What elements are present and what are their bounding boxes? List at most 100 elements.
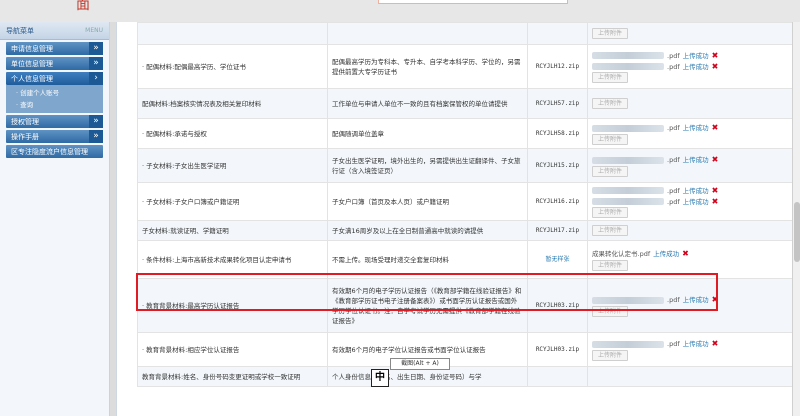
vertical-scrollbar[interactable] bbox=[792, 22, 800, 416]
table-row: 配偶材料:档案核实情况表及相关复印材料 工作单位与申请人单位不一致的且有档案保管权… bbox=[137, 88, 792, 119]
top-banner: 面 bbox=[0, 0, 800, 22]
upload-attachment-button[interactable]: 上传附件 bbox=[592, 349, 629, 361]
attachment-file: .pdf 上传成功 ✖ bbox=[592, 61, 792, 72]
file-name[interactable]: .pdf bbox=[667, 197, 680, 207]
upload-attachment-button[interactable]: 上传附件 bbox=[592, 259, 629, 271]
attachment-file: .pdf 上传成功 ✖ bbox=[592, 196, 792, 207]
file-name[interactable]: .pdf bbox=[667, 339, 680, 349]
no-sample-text: 暂无样张 bbox=[527, 240, 588, 279]
upload-success-text: 上传成功 bbox=[682, 296, 709, 304]
sidebar-item-label: 单位信息管理 bbox=[11, 59, 53, 68]
upload-attachment-button[interactable]: 上传附件 bbox=[592, 98, 629, 109]
attachment-cell: .pdf 上传成功 ✖ 上传附件 bbox=[587, 332, 792, 367]
file-name[interactable]: .pdf bbox=[667, 62, 680, 72]
sidebar-item-label: 申请信息管理 bbox=[11, 44, 53, 53]
sample-download-link[interactable] bbox=[527, 22, 588, 45]
attachment-file: .pdf 上传成功 ✖ bbox=[592, 123, 792, 134]
delete-icon[interactable]: ✖ bbox=[712, 197, 719, 206]
file-name[interactable]: .pdf bbox=[667, 186, 680, 196]
sidebar-subitem-query[interactable]: · 查询 bbox=[6, 99, 103, 111]
scrollbar-thumb[interactable] bbox=[794, 202, 800, 262]
redacted-filename bbox=[592, 340, 664, 348]
attachment-file: .pdf 上传成功 ✖ bbox=[592, 155, 792, 166]
sidebar-item-application-info[interactable]: 申请信息管理 » bbox=[6, 42, 103, 55]
delete-icon[interactable]: ✖ bbox=[712, 340, 719, 348]
sidebar-item-personal-info[interactable]: 个人信息管理 › bbox=[6, 72, 103, 85]
sample-download-link[interactable]: RCYJLH03.zip bbox=[527, 332, 588, 367]
sample-download-link[interactable]: RCYJLH16.zip bbox=[527, 182, 588, 221]
file-name[interactable]: .pdf bbox=[667, 51, 680, 61]
file-name[interactable]: .pdf bbox=[667, 123, 680, 133]
attachment-file: .pdf 上传成功 ✖ bbox=[592, 50, 792, 61]
table-row: · 子女材料:子女户口簿或户籍证明 子女户口簿（首页及本人页）或户籍证明 RCYJL… bbox=[137, 182, 792, 221]
sidebar-item-district-info[interactable]: 区专注隐度流户信息管理 bbox=[6, 145, 103, 158]
sidebar-item-label: 授权管理 bbox=[11, 117, 39, 126]
delete-icon[interactable]: ✖ bbox=[712, 186, 719, 195]
upload-attachment-button[interactable]: 上传附件 bbox=[592, 305, 629, 317]
upload-attachment-button[interactable]: 上传附件 bbox=[592, 225, 629, 236]
upload-success-text: 上传成功 bbox=[682, 51, 709, 60]
ime-indicator[interactable]: 中 bbox=[371, 369, 389, 387]
upload-attachment-button[interactable]: 上传附件 bbox=[592, 28, 629, 39]
material-description: 有效期6个月的电子学历认证报告（《教育部学籍在线验证报告》和《教育部学历证书电子… bbox=[327, 278, 528, 333]
table-row: · 配偶材料:配偶最高学历、学位证书 配偶最高学历为专科本、专升本、自学考本科学历… bbox=[137, 44, 792, 89]
attachment-file: .pdf 上传成功 ✖ bbox=[592, 185, 792, 196]
sample-download-link[interactable] bbox=[527, 366, 588, 387]
table-row: 子女材料:就读证明、学籍证明 子女满16周岁及以上在全日制普通高中就读的请提供 RC… bbox=[137, 220, 792, 241]
main-content: 上传附件 · 配偶材料:配偶最高学历、学位证书 配偶最高学历为专科本、专升本、自学考… bbox=[116, 22, 792, 416]
attachment-file: 成果转化认定书.pdf 上传成功 ✖ bbox=[592, 249, 792, 260]
sidebar-item-label: 区专注隐度流户信息管理 bbox=[11, 147, 88, 156]
sidebar-menu-word: MENU bbox=[85, 27, 103, 34]
attachment-file: .pdf 上传成功 ✖ bbox=[592, 339, 792, 350]
chevron-right-icon: › bbox=[89, 72, 103, 85]
attachment-cell: 成果转化认定书.pdf 上传成功 ✖ 上传附件 bbox=[587, 240, 792, 279]
sample-download-link[interactable]: RCYJLH15.zip bbox=[527, 148, 588, 183]
upload-attachment-button[interactable]: 上传附件 bbox=[592, 72, 629, 83]
sidebar-header: 导航菜单 MENU bbox=[0, 22, 109, 40]
table-row: · 子女材料:子女出生医学证明 子女出生医学证明，境外出生的，另需提供出生证翻译件… bbox=[137, 148, 792, 183]
sidebar-submenu: · 创建个人账号 · 查询 bbox=[6, 85, 103, 113]
material-name: · 条件材料:上海市高新技术成果转化项目认定申请书 bbox=[137, 240, 328, 279]
sidebar-item-authorization[interactable]: 授权管理 » bbox=[6, 115, 103, 128]
table-row: 教育背景材料:姓名、身份号码变更证明或学校一致证明 个人身份信息（姓名、出生日期、… bbox=[137, 366, 792, 387]
file-name[interactable]: 成果转化认定书.pdf bbox=[592, 249, 650, 259]
table-row: · 教育背景材料:最高学历认证报告 有效期6个月的电子学历认证报告（《教育部学籍在… bbox=[137, 278, 792, 333]
upload-attachment-button[interactable]: 上传附件 bbox=[592, 133, 629, 145]
sidebar-title: 导航菜单 bbox=[6, 26, 34, 35]
upload-attachment-button[interactable]: 上传附件 bbox=[592, 165, 629, 177]
delete-icon[interactable]: ✖ bbox=[712, 296, 719, 304]
chevron-double-right-icon: » bbox=[89, 57, 103, 70]
delete-icon[interactable]: ✖ bbox=[712, 124, 719, 132]
delete-icon[interactable]: ✖ bbox=[712, 156, 719, 164]
material-description: 不需上传。现场受理时递交全套复印材料 bbox=[327, 240, 528, 279]
sidebar: 导航菜单 MENU 申请信息管理 » 单位信息管理 » 个人信息管理 › · 创… bbox=[0, 22, 110, 416]
file-name[interactable]: .pdf bbox=[667, 155, 680, 165]
delete-icon[interactable]: ✖ bbox=[712, 62, 719, 71]
sample-download-link[interactable]: RCYJLH17.zip bbox=[527, 220, 588, 241]
material-name: 配偶材料:档案核实情况表及相关复印材料 bbox=[137, 88, 328, 119]
attachment-cell: .pdf 上传成功 ✖ .pdf 上传成功 ✖ 上传附件 bbox=[587, 44, 792, 89]
material-name: · 子女材料:子女户口簿或户籍证明 bbox=[137, 182, 328, 221]
delete-icon[interactable]: ✖ bbox=[682, 250, 689, 258]
sidebar-item-manual[interactable]: 操作手册 » bbox=[6, 130, 103, 143]
sidebar-subitem-create-account[interactable]: · 创建个人账号 bbox=[6, 87, 103, 99]
sample-download-link[interactable]: RCYJLH12.zip bbox=[527, 44, 588, 89]
attachment-cell: 上传附件 bbox=[587, 22, 792, 45]
redacted-filename bbox=[592, 187, 664, 194]
delete-icon[interactable]: ✖ bbox=[712, 51, 719, 60]
sample-download-link[interactable]: RCYJLH03.zip bbox=[527, 278, 588, 333]
material-description: 配偶随调单位盖章 bbox=[327, 118, 528, 149]
upload-attachment-button[interactable]: 上传附件 bbox=[592, 207, 629, 218]
sample-download-link[interactable]: RCYJLH58.zip bbox=[527, 118, 588, 149]
sidebar-item-unit-info[interactable]: 单位信息管理 » bbox=[6, 57, 103, 70]
material-description: 子女满16周岁及以上在全日制普通高中就读的请提供 bbox=[327, 220, 528, 241]
chevron-double-right-icon: » bbox=[89, 130, 103, 143]
material-name: · 教育背景材料:相应学位认证报告 bbox=[137, 332, 328, 367]
file-name[interactable]: .pdf bbox=[667, 295, 680, 305]
attachment-cell: .pdf 上传成功 ✖ 上传附件 bbox=[587, 118, 792, 149]
redacted-filename bbox=[592, 63, 664, 70]
redacted-filename bbox=[592, 156, 664, 164]
sample-download-link[interactable]: RCYJLH57.zip bbox=[527, 88, 588, 119]
banner-decoration bbox=[378, 0, 568, 4]
attachment-file: .pdf 上传成功 ✖ bbox=[592, 295, 792, 306]
